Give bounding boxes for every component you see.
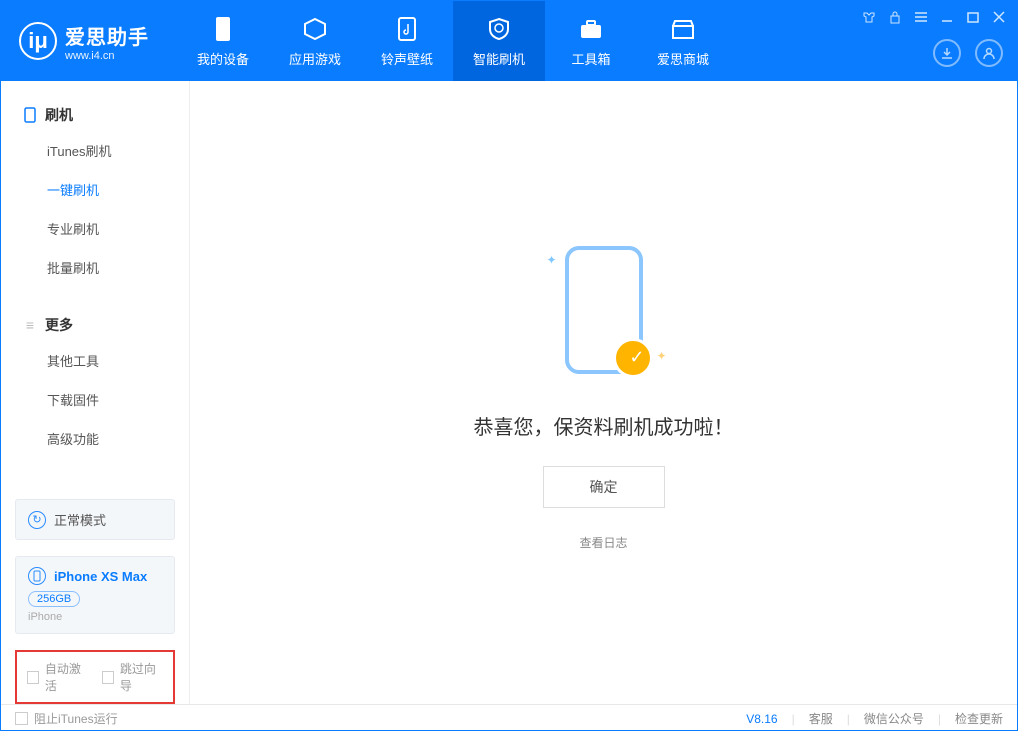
footer-link-update[interactable]: 检查更新 [955,710,1003,727]
phone-graphic: ✓ [565,246,643,374]
header-actions [933,39,1003,67]
checkbox-auto-activate[interactable]: 自动激活 [27,660,88,694]
toolbox-icon [577,15,605,43]
store-icon [669,15,697,43]
sidebar-item-download-firmware[interactable]: 下载固件 [1,380,189,419]
success-illustration: ✦ ✓ ✦ [529,235,679,385]
group-title-flash: 刷机 [1,99,189,131]
status-mode-text: 正常模式 [54,510,106,529]
app-logo: iμ 爱思助手 www.i4.cn [1,1,167,81]
close-button[interactable] [991,9,1007,25]
list-icon: ≡ [23,318,37,332]
device-box: iPhone XS Max 256GB iPhone [15,556,175,634]
tab-toolbox[interactable]: 工具箱 [545,1,637,81]
group-title-text: 刷机 [45,105,73,125]
tab-label: 爱思商城 [657,49,709,68]
sidebar: 刷机 iTunes刷机 一键刷机 专业刷机 批量刷机 ≡ 更多 其他工具 下载固… [1,81,190,704]
shirt-icon[interactable] [861,9,877,25]
device-phone-icon [28,567,46,585]
checkbox-icon [27,671,39,684]
shield-refresh-icon [485,15,513,43]
tab-label: 铃声壁纸 [381,49,433,68]
lock-icon[interactable] [887,9,903,25]
version-label: V8.16 [746,712,777,726]
tab-ringtones-wallpapers[interactable]: 铃声壁纸 [361,1,453,81]
separator: | [792,712,795,726]
cube-icon [301,15,329,43]
sidebar-item-advanced[interactable]: 高级功能 [1,419,189,458]
success-message: 恭喜您，保资料刷机成功啦！ [474,411,734,440]
sidebar-item-itunes-flash[interactable]: iTunes刷机 [1,131,189,170]
group-title-more: ≡ 更多 [1,309,189,341]
options-box: 自动激活 跳过向导 [15,650,175,704]
app-subtitle: www.i4.cn [65,50,149,62]
separator: | [847,712,850,726]
maximize-button[interactable] [965,9,981,25]
footer-link-support[interactable]: 客服 [809,710,833,727]
device-type: iPhone [28,611,162,623]
download-icon[interactable] [933,39,961,67]
status-box: ↻ 正常模式 [15,499,175,540]
tab-store[interactable]: 爱思商城 [637,1,729,81]
checkbox-block-itunes[interactable]: 阻止iTunes运行 [15,710,118,727]
check-icon: ✓ [629,347,644,368]
sparkle-icon: ✦ [547,253,557,267]
tab-label: 工具箱 [571,49,610,68]
device-name: iPhone XS Max [54,569,147,584]
sidebar-item-batch-flash[interactable]: 批量刷机 [1,248,189,287]
tab-my-device[interactable]: 我的设备 [177,1,269,81]
checkbox-icon [102,671,114,684]
app-title: 爱思助手 [65,21,149,50]
separator: | [938,712,941,726]
footer-block-itunes-label: 阻止iTunes运行 [34,710,118,727]
menu-icon[interactable] [913,9,929,25]
sidebar-group-flash: 刷机 iTunes刷机 一键刷机 专业刷机 批量刷机 [1,81,189,291]
sparkle-icon: ✦ [656,349,666,363]
checkbox-icon [15,712,28,725]
footer-link-wechat[interactable]: 微信公众号 [864,710,924,727]
checkbox-skip-wizard[interactable]: 跳过向导 [102,660,163,694]
sidebar-item-pro-flash[interactable]: 专业刷机 [1,209,189,248]
tab-label: 应用游戏 [289,49,341,68]
logo-icon: iμ [19,22,57,60]
option-label: 跳过向导 [120,660,163,694]
option-label: 自动激活 [45,660,88,694]
window-controls [861,9,1007,25]
tab-label: 我的设备 [197,49,249,68]
device-storage: 256GB [28,591,80,607]
header: iμ 爱思助手 www.i4.cn 我的设备 应用游戏 铃声壁纸 智能刷机 工具… [1,1,1017,81]
sidebar-item-other-tools[interactable]: 其他工具 [1,341,189,380]
tab-smart-flash[interactable]: 智能刷机 [453,1,545,81]
tab-apps-games[interactable]: 应用游戏 [269,1,361,81]
minimize-button[interactable] [939,9,955,25]
footer: 阻止iTunes运行 V8.16 | 客服 | 微信公众号 | 检查更新 [1,704,1017,732]
device-icon [23,108,37,122]
user-icon[interactable] [975,39,1003,67]
music-file-icon [393,15,421,43]
sidebar-item-oneclick-flash[interactable]: 一键刷机 [1,170,189,209]
status-icon: ↻ [28,511,46,529]
nav-tabs: 我的设备 应用游戏 铃声壁纸 智能刷机 工具箱 爱思商城 [177,1,729,81]
tab-label: 智能刷机 [473,49,525,68]
confirm-button[interactable]: 确定 [543,466,665,508]
group-title-text: 更多 [45,315,73,335]
view-log-link[interactable]: 查看日志 [579,534,627,551]
main-content: ✦ ✓ ✦ 恭喜您，保资料刷机成功啦！ 确定 查看日志 [190,81,1017,704]
phone-icon [209,15,237,43]
sidebar-group-more: ≡ 更多 其他工具 下载固件 高级功能 [1,291,189,462]
